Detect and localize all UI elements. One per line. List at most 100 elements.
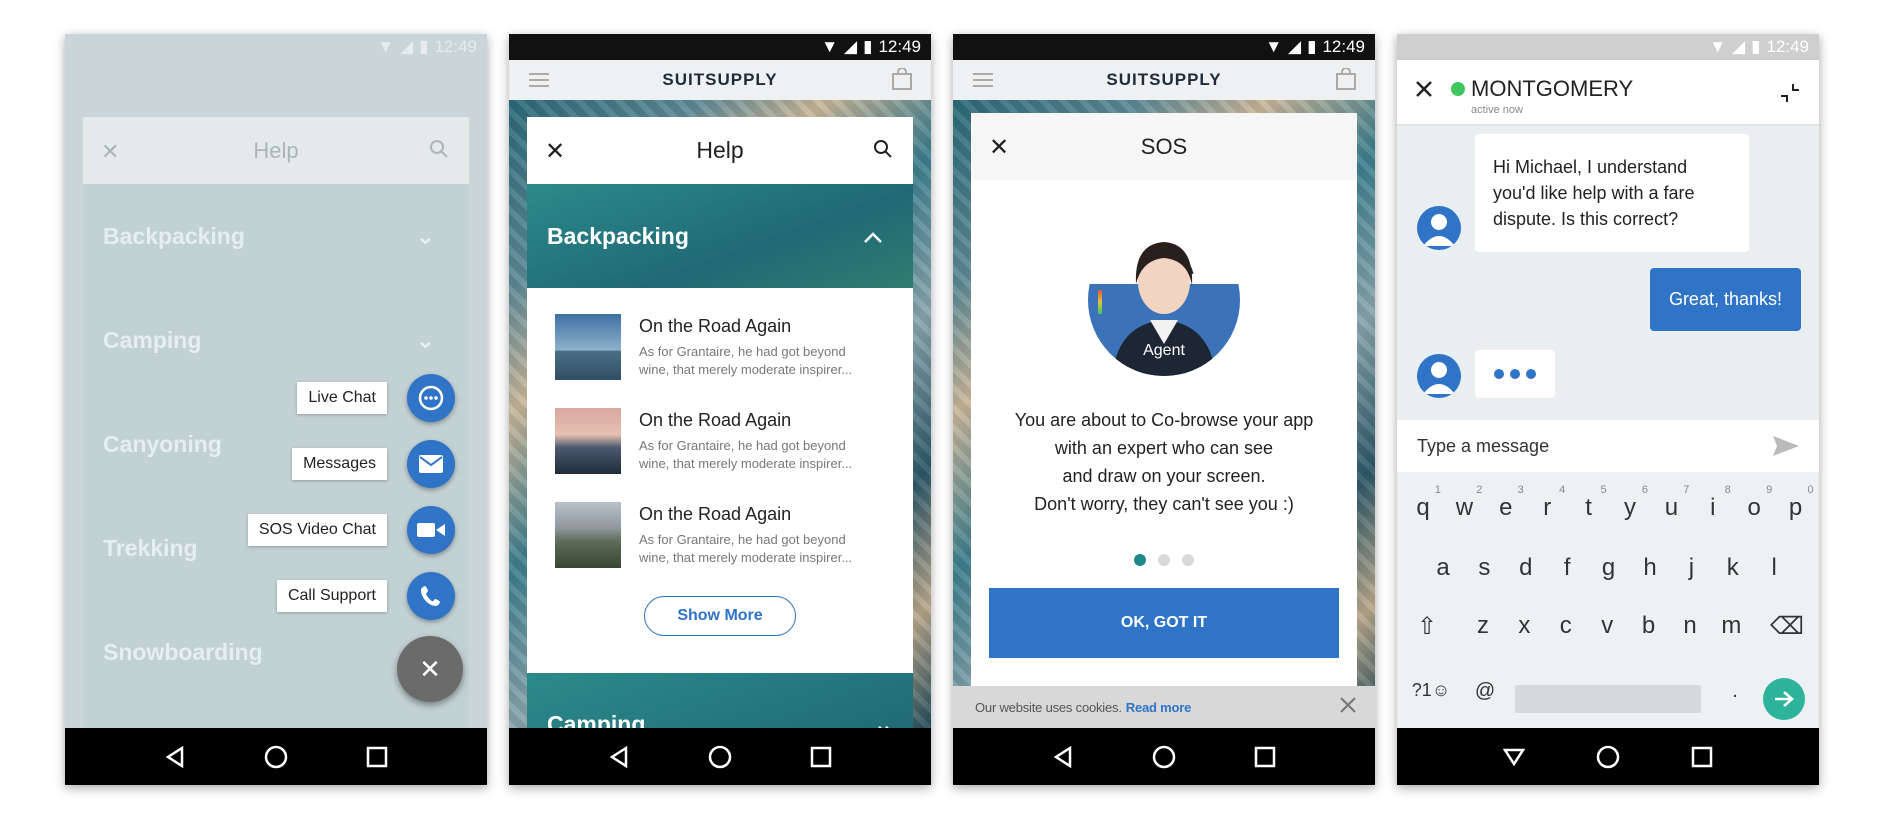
close-icon[interactable]: ✕ — [989, 133, 1009, 162]
wifi-icon: ▼ — [1709, 37, 1727, 56]
home-icon[interactable] — [700, 737, 740, 777]
key-f[interactable]: f — [1549, 554, 1585, 582]
article-item[interactable]: On the Road Again As for Grantaire, he ha… — [527, 488, 913, 582]
menu-icon[interactable] — [529, 72, 549, 93]
sos-video-chat-label[interactable]: SOS Video Chat — [247, 514, 387, 546]
home-icon[interactable] — [256, 737, 296, 777]
back-down-icon[interactable] — [1494, 737, 1534, 777]
soft-keyboard: q1w2e3r4t5y6u7i8o9p0 asdfghjkl ⇧ ⌫ zxcvb… — [1397, 472, 1819, 728]
wifi-icon: ▼ — [1265, 37, 1283, 56]
chat-header: MONTGOMERY active now — [1397, 60, 1819, 124]
minimize-icon[interactable] — [1779, 82, 1801, 109]
cookie-text: Our website uses cookies. — [975, 699, 1122, 715]
fab-call-support[interactable]: Call Support — [276, 572, 455, 620]
key-k[interactable]: k — [1715, 554, 1751, 582]
home-icon[interactable] — [1144, 737, 1184, 777]
back-icon[interactable] — [155, 737, 195, 777]
close-fab-button[interactable]: ✕ — [397, 636, 463, 702]
key-l[interactable]: l — [1756, 554, 1792, 582]
key-j[interactable]: j — [1673, 554, 1709, 582]
key-c[interactable]: c — [1548, 612, 1584, 640]
close-icon[interactable]: ✕ — [101, 139, 119, 165]
key-s[interactable]: s — [1466, 554, 1502, 582]
category-title: Camping — [547, 711, 646, 728]
status-bar: ▼ ◢ ▮ 12:49 — [1397, 34, 1819, 60]
recents-icon[interactable] — [357, 737, 397, 777]
show-more-button[interactable]: Show More — [644, 596, 796, 636]
envelope-icon[interactable] — [407, 440, 455, 488]
key-n[interactable]: n — [1672, 612, 1708, 640]
home-icon[interactable] — [1588, 737, 1628, 777]
search-icon[interactable] — [873, 138, 893, 165]
dot-key[interactable]: . — [1717, 680, 1753, 703]
key-o[interactable]: o9 — [1736, 484, 1773, 522]
key-e[interactable]: e3 — [1488, 484, 1524, 522]
key-w[interactable]: w2 — [1446, 484, 1483, 522]
key-m[interactable]: m — [1713, 612, 1749, 640]
recents-icon[interactable] — [1682, 737, 1722, 777]
key-d[interactable]: d — [1508, 554, 1544, 582]
signal-icon: ◢ — [844, 37, 858, 56]
category-camping[interactable]: Camping ⌄ — [527, 673, 913, 728]
article-item[interactable]: On the Road Again As for Grantaire, he ha… — [527, 394, 913, 488]
incoming-message: Hi Michael, I understand you'd like help… — [1475, 134, 1749, 252]
fab-sos-video-chat[interactable]: SOS Video Chat — [247, 506, 455, 554]
read-more-link[interactable]: Read more — [1126, 700, 1192, 715]
close-icon[interactable] — [1339, 696, 1357, 717]
call-support-label[interactable]: Call Support — [276, 580, 387, 612]
key-v[interactable]: v — [1589, 612, 1625, 640]
wifi-icon: ▼ — [377, 37, 395, 56]
carousel-dot[interactable] — [1182, 554, 1194, 566]
key-x[interactable]: x — [1506, 612, 1542, 640]
fab-messages[interactable]: Messages — [292, 440, 455, 488]
carousel-dot[interactable] — [1134, 554, 1146, 566]
recents-icon[interactable] — [801, 737, 841, 777]
wifi-icon: ▼ — [821, 37, 839, 56]
live-chat-label[interactable]: Live Chat — [297, 382, 387, 414]
category-backpacking[interactable]: Backpacking ⌄ — [83, 184, 469, 288]
messages-label[interactable]: Messages — [292, 448, 387, 480]
key-p[interactable]: p0 — [1778, 484, 1814, 522]
key-z[interactable]: z — [1465, 612, 1501, 640]
close-icon[interactable]: ✕ — [545, 137, 565, 166]
key-t[interactable]: t5 — [1571, 484, 1606, 522]
enter-arrow-icon[interactable] — [1763, 678, 1805, 720]
carousel-dot[interactable] — [1158, 554, 1170, 566]
video-camera-icon[interactable] — [407, 506, 455, 554]
shopping-bag-icon[interactable] — [1335, 67, 1357, 95]
at-key[interactable]: @ — [1467, 680, 1503, 703]
key-h[interactable]: h — [1632, 554, 1668, 582]
key-i[interactable]: i8 — [1695, 484, 1731, 522]
key-b[interactable]: b — [1631, 612, 1667, 640]
help-title: Help — [696, 137, 744, 163]
ok-got-it-button[interactable]: OK, GOT IT — [989, 588, 1339, 658]
article-item[interactable]: On the Road Again As for Grantaire, he ha… — [527, 300, 913, 394]
key-q[interactable]: q1 — [1405, 484, 1441, 522]
article-description: As for Grantaire, he had got beyond wine… — [639, 531, 853, 565]
message-input[interactable]: Type a message — [1397, 420, 1819, 472]
key-r[interactable]: r4 — [1529, 484, 1565, 522]
chat-bubble-icon[interactable] — [407, 374, 455, 422]
shopping-bag-icon[interactable] — [891, 67, 913, 95]
close-icon[interactable] — [1415, 80, 1433, 103]
backspace-icon[interactable]: ⌫ — [1769, 612, 1805, 641]
symbols-key[interactable]: ?1☺ — [1407, 680, 1455, 701]
back-icon[interactable] — [599, 737, 639, 777]
signal-icon: ◢ — [1732, 37, 1746, 56]
phone-icon[interactable] — [407, 572, 455, 620]
key-a[interactable]: a — [1425, 554, 1461, 582]
shift-icon[interactable]: ⇧ — [1409, 612, 1445, 641]
fab-live-chat[interactable]: Live Chat — [297, 374, 455, 422]
send-icon[interactable] — [1771, 434, 1801, 463]
category-backpacking-expanded[interactable]: Backpacking — [527, 184, 913, 288]
recents-icon[interactable] — [1245, 737, 1285, 777]
key-y[interactable]: y6 — [1612, 484, 1648, 522]
key-u[interactable]: u7 — [1653, 484, 1690, 522]
menu-icon[interactable] — [973, 72, 993, 93]
space-key[interactable] — [1515, 685, 1701, 713]
search-icon[interactable] — [429, 139, 449, 165]
key-g[interactable]: g — [1591, 554, 1627, 582]
back-icon[interactable] — [1043, 737, 1083, 777]
chevron-up-icon[interactable] — [863, 223, 883, 250]
help-modal: ✕ Help Backpacking On the Road Again As f… — [527, 117, 913, 728]
